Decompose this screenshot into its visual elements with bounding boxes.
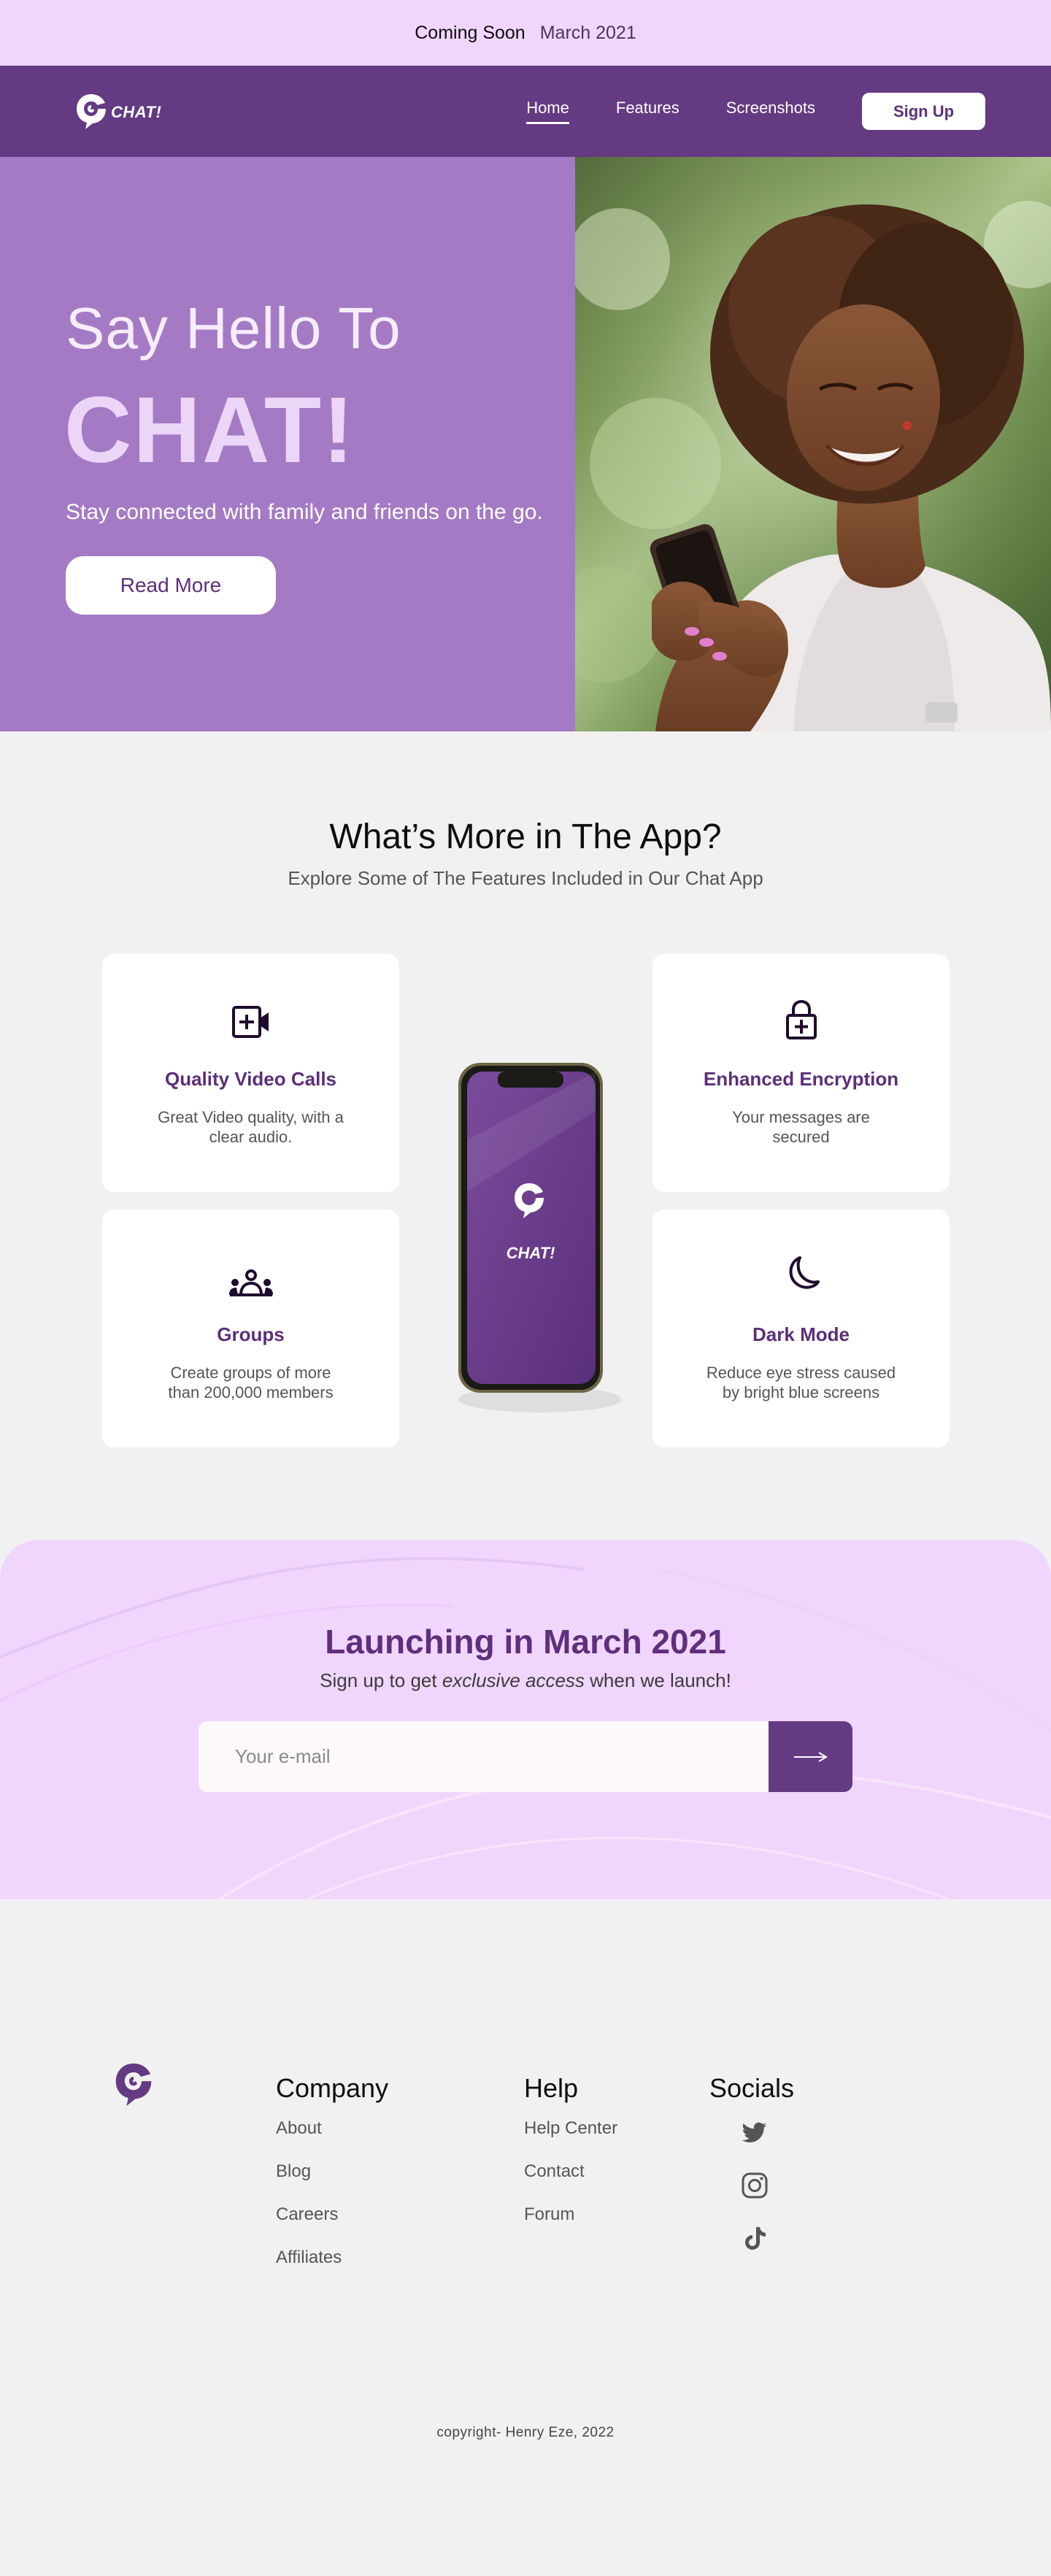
- feature-card-title: Dark Mode: [752, 1323, 850, 1345]
- hero-section: Say Hello To CHAT! Stay connected with f…: [0, 157, 1051, 731]
- footer-link-blog[interactable]: Blog: [276, 2161, 388, 2181]
- footer-link-forum[interactable]: Forum: [524, 2204, 617, 2224]
- nav-logo[interactable]: CHAT!: [74, 91, 161, 132]
- hero-photo: [575, 157, 1051, 731]
- launch-title: Launching in March 2021: [325, 1623, 726, 1661]
- nav-links: Home Features Screenshots Sign Up: [526, 93, 985, 130]
- feature-card-title: Quality Video Calls: [164, 1068, 337, 1090]
- footer-heading: Socials: [709, 2073, 795, 2103]
- feature-card-title: Groups: [217, 1323, 285, 1345]
- subscribe-form: [199, 1721, 852, 1792]
- video-call-icon: [102, 1005, 399, 1039]
- feature-card-video-calls: Quality Video Calls Great Video quality,…: [102, 954, 399, 1192]
- nav-link-screenshots[interactable]: Screenshots: [726, 99, 815, 124]
- launch-background-decoration: [0, 1557, 1051, 1899]
- group-icon: [102, 1269, 399, 1297]
- feature-card-title: Enhanced Encryption: [703, 1068, 899, 1090]
- copyright-text: copyright- Henry Eze, 2022: [436, 2425, 615, 2440]
- footer-heading: Help: [524, 2073, 579, 2103]
- launch-section: Launching in March 2021 Sign up to get e…: [0, 1540, 1051, 1899]
- feature-card-encryption: Enhanced Encryption Your messages are se…: [652, 954, 950, 1192]
- footer-link-about[interactable]: About: [276, 2118, 388, 2138]
- launch-subtitle-before: Sign up to get: [320, 1669, 442, 1691]
- arrow-right-icon: [793, 1751, 828, 1762]
- footer-column-company: Company About Blog Careers Affiliates: [276, 2073, 388, 2291]
- read-more-button[interactable]: Read More: [66, 556, 276, 615]
- nav-link-features[interactable]: Features: [616, 99, 680, 124]
- feature-card-dark-mode: Dark Mode Reduce eye stress caused by br…: [652, 1210, 950, 1447]
- instagram-icon[interactable]: [740, 2171, 769, 2200]
- email-input[interactable]: [199, 1721, 769, 1792]
- logo-text: CHAT!: [111, 102, 162, 121]
- phone-mockup: CHAT!: [453, 1060, 622, 1421]
- footer-link-careers[interactable]: Careers: [276, 2204, 388, 2224]
- nav-link-home[interactable]: Home: [526, 99, 569, 124]
- footer-column-help: Help Help Center Contact Forum: [524, 2073, 617, 2248]
- launch-subtitle-emphasis: exclusive access: [442, 1669, 585, 1691]
- footer-link-contact[interactable]: Contact: [524, 2161, 617, 2181]
- main-nav: CHAT! Home Features Screenshots Sign Up: [0, 66, 1051, 157]
- footer: Company About Blog Careers Affiliates He…: [0, 1899, 1051, 2510]
- feature-card-text: Your messages are secured: [732, 1108, 870, 1146]
- lock-icon: [652, 999, 950, 1040]
- twitter-icon[interactable]: [740, 2118, 769, 2148]
- features-title: What’s More in The App?: [329, 818, 722, 856]
- tiktok-icon[interactable]: [740, 2223, 769, 2253]
- moon-icon: [652, 1255, 950, 1293]
- feature-card-groups: Groups Create groups of more than 200,00…: [102, 1210, 399, 1447]
- launch-subtitle-after: when we launch!: [584, 1669, 731, 1691]
- footer-chat-logo-icon[interactable]: [113, 2060, 154, 2113]
- hero-brand: CHAT!: [64, 378, 355, 482]
- subscribe-submit-button[interactable]: [769, 1721, 852, 1792]
- hero-text-panel: Say Hello To CHAT! Stay connected with f…: [0, 157, 575, 731]
- hero-greeting: Say Hello To: [66, 296, 401, 361]
- chat-logo-icon: [74, 91, 108, 132]
- announcement-date: March 2021: [539, 22, 636, 43]
- footer-link-help-center[interactable]: Help Center: [524, 2118, 617, 2138]
- hero-subtitle: Stay connected with family and friends o…: [66, 500, 543, 524]
- footer-heading: Company: [276, 2073, 389, 2103]
- feature-card-text: Reduce eye stress caused by bright blue …: [706, 1364, 896, 1402]
- feature-card-text: Create groups of more than 200,000 membe…: [168, 1364, 334, 1402]
- sign-up-button[interactable]: Sign Up: [862, 93, 985, 130]
- phone-screen-text: CHAT!: [506, 1244, 555, 1262]
- feature-card-text: Great Video quality, with a clear audio.: [158, 1108, 344, 1146]
- launch-subtitle: Sign up to get exclusive access when we …: [0, 1669, 1051, 1692]
- footer-column-socials: Socials: [709, 2073, 794, 2276]
- features-section: What’s More in The App? Explore Some of …: [0, 731, 1051, 1540]
- announcement-label: Coming Soon: [415, 22, 526, 43]
- footer-link-affiliates[interactable]: Affiliates: [276, 2248, 388, 2267]
- announcement-bar: Coming Soon March 2021: [0, 0, 1051, 66]
- features-subtitle: Explore Some of The Features Included in…: [288, 867, 763, 889]
